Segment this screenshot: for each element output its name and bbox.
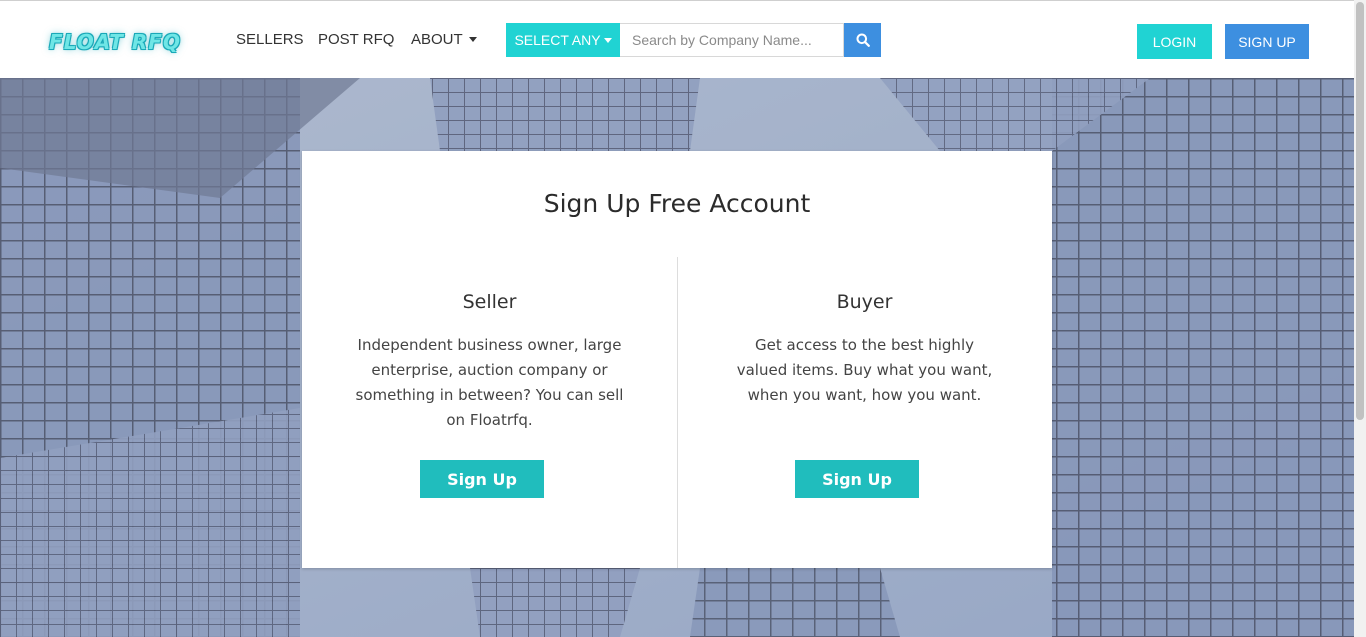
logo-text: FLOAT RFQ [49, 30, 181, 54]
caret-down-icon [468, 37, 477, 42]
buyer-description: Get access to the best highly valued ite… [736, 336, 993, 404]
category-select-label: SELECT ANY [514, 32, 601, 48]
nav-post-rfq[interactable]: POST RFQ [318, 31, 394, 48]
search-group: SELECT ANY [506, 23, 881, 57]
category-select[interactable]: SELECT ANY [506, 23, 620, 57]
buyer-column: Buyer Get access to the best highly valu… [677, 291, 1052, 498]
nav-sellers[interactable]: SELLERS [236, 31, 304, 48]
signup-card: Sign Up Free Account Seller Independent … [302, 151, 1052, 568]
search-button[interactable] [844, 23, 881, 57]
buyer-signup-button[interactable]: Sign Up [795, 460, 919, 498]
login-button[interactable]: LOGIN [1137, 24, 1212, 59]
buyer-title: Buyer [836, 291, 893, 313]
nav-about[interactable]: ABOUT [411, 31, 477, 48]
logo[interactable]: FLOAT RFQ [48, 25, 182, 59]
seller-signup-button[interactable]: Sign Up [420, 460, 544, 498]
seller-column: Seller Independent business owner, large… [302, 291, 677, 498]
site-header: FLOAT RFQ SELLERS POST RFQ ABOUT SELECT … [0, 0, 1354, 78]
caret-down-icon [603, 37, 612, 43]
scrollbar-thumb[interactable] [1356, 2, 1364, 420]
search-icon [856, 33, 870, 47]
nav-about-label: ABOUT [411, 31, 463, 48]
page-scrollbar[interactable] [1354, 0, 1366, 637]
seller-title: Seller [462, 291, 517, 313]
search-input[interactable] [620, 23, 844, 57]
card-title: Sign Up Free Account [543, 189, 811, 218]
signup-button[interactable]: SIGN UP [1225, 24, 1309, 59]
seller-description: Independent business owner, large enterp… [355, 336, 624, 429]
